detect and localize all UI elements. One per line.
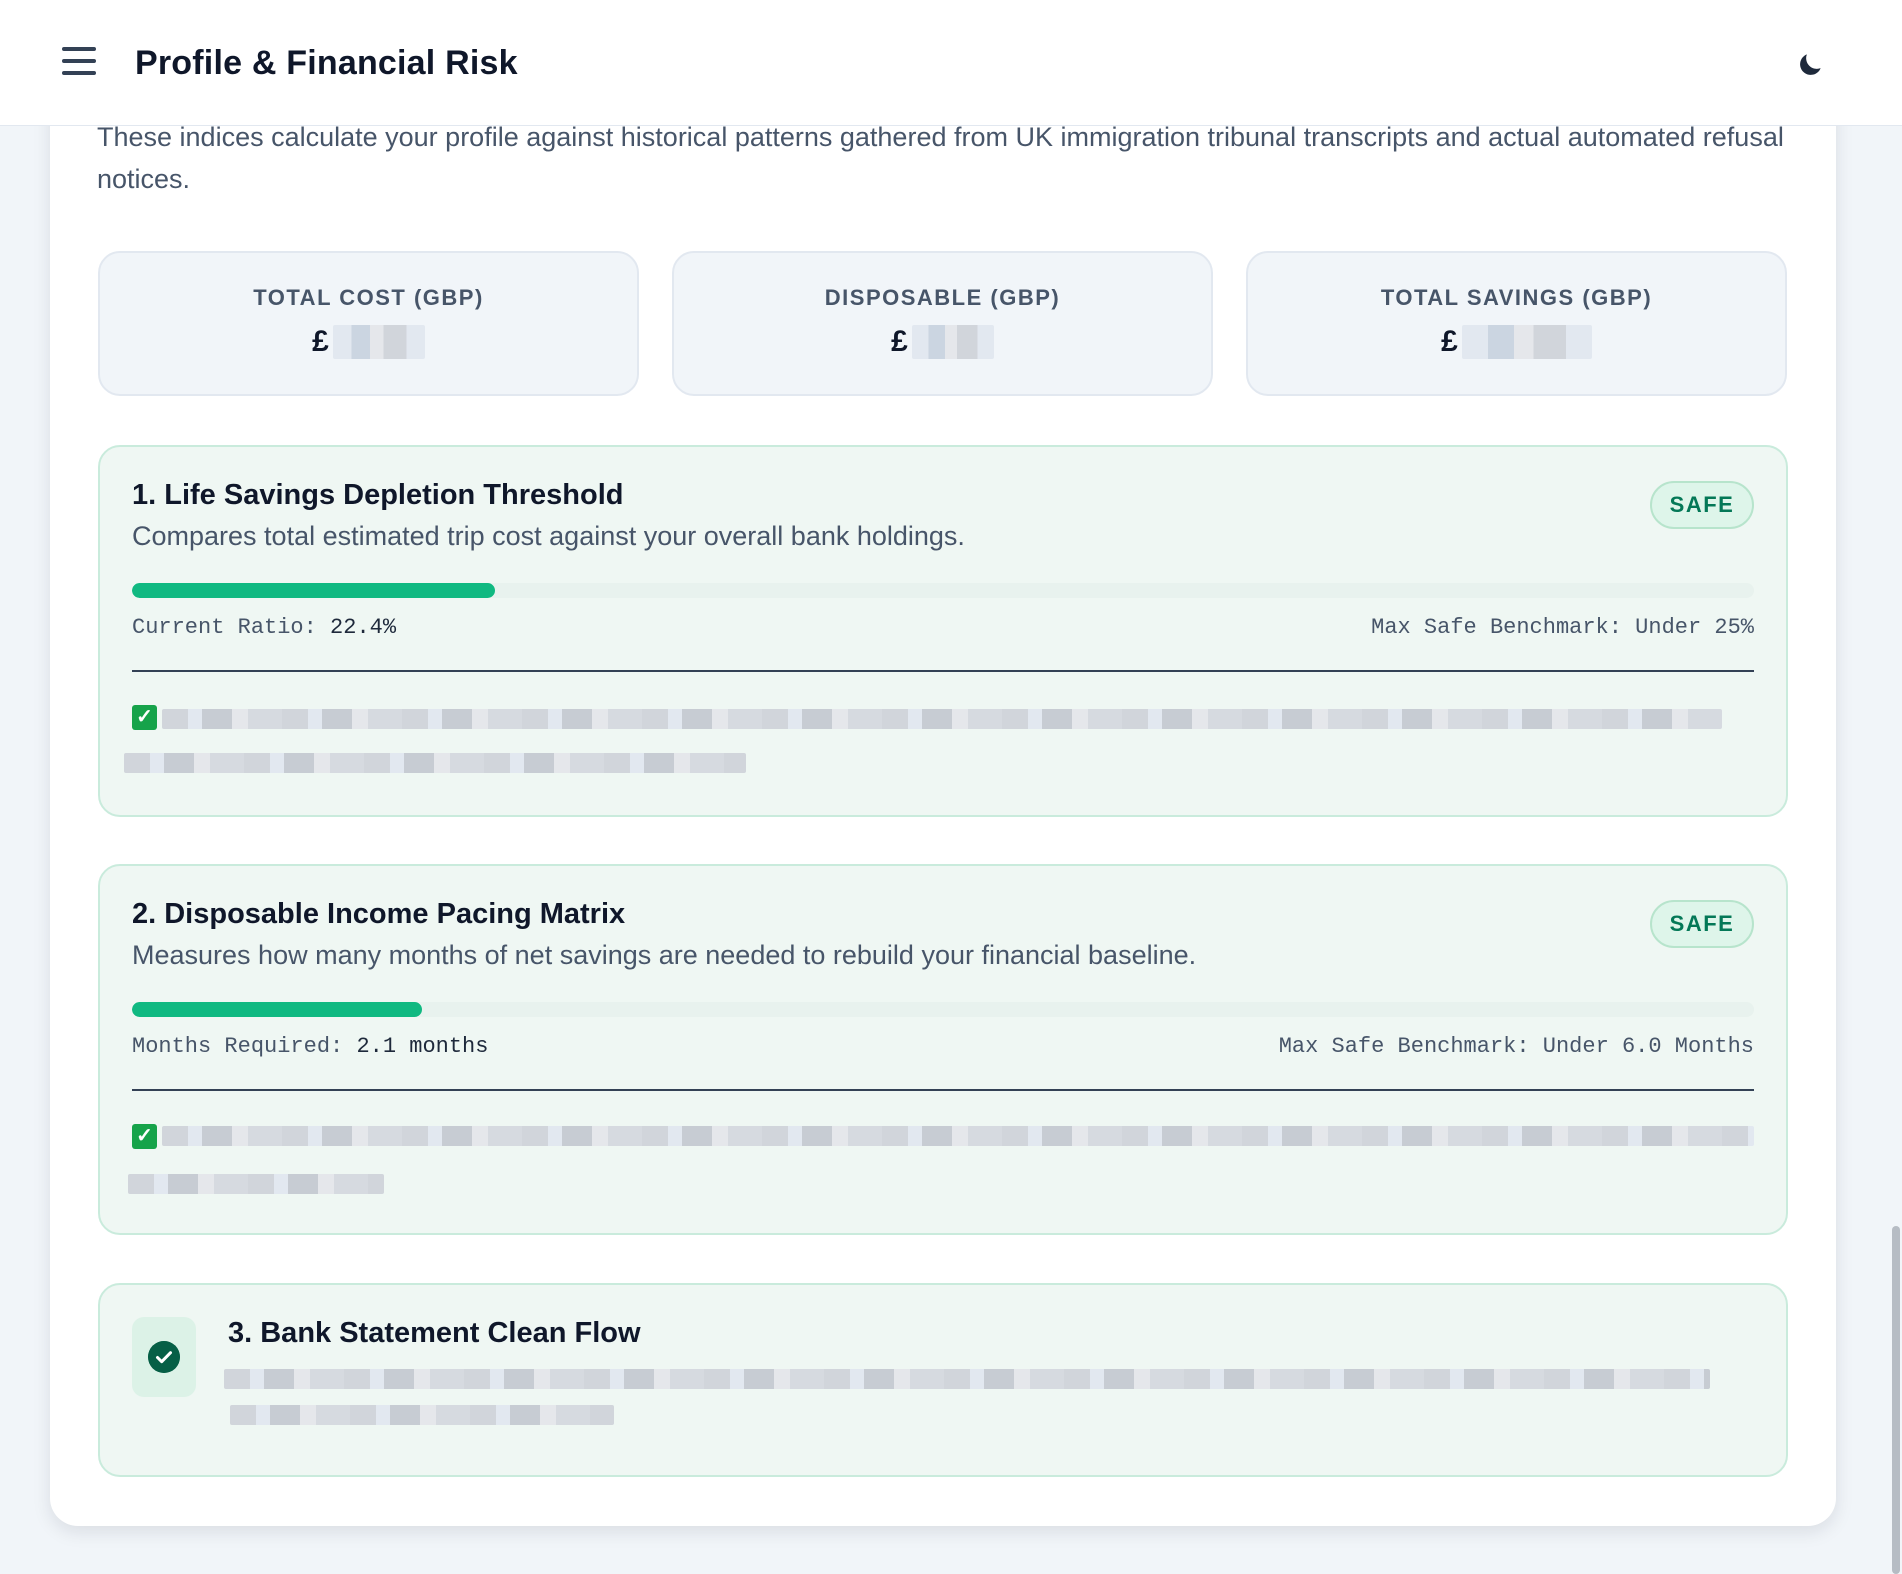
current-ratio-value: 22.4%: [330, 615, 397, 640]
metric-stats-row: Current Ratio: 22.4% Max Safe Benchmark:…: [132, 615, 1754, 640]
status-badge: SAFE: [1650, 481, 1754, 529]
check-box-icon: ✓: [132, 1124, 157, 1149]
metric-card-income-pacing: 2. Disposable Income Pacing Matrix Measu…: [98, 864, 1788, 1235]
redacted-text: [124, 753, 746, 773]
stat-label: TOTAL COST (GBP): [253, 285, 484, 310]
metric-stats-row: Months Required: 2.1 months Max Safe Ben…: [132, 1034, 1754, 1059]
stat-value: £: [674, 325, 1211, 359]
redacted-value: [1461, 325, 1592, 359]
metric-card-bank-statement: 3. Bank Statement Clean Flow: [98, 1283, 1788, 1477]
page-title: Profile & Financial Risk: [135, 44, 518, 82]
metric-title: 3. Bank Statement Clean Flow: [228, 1317, 641, 1349]
stat-value: £: [1248, 325, 1785, 359]
status-tile: [132, 1317, 196, 1397]
progress-track: [132, 1002, 1754, 1017]
progress-fill: [132, 583, 496, 598]
metric-card-savings-depletion: 1. Life Savings Depletion Threshold Comp…: [98, 445, 1788, 817]
redacted-text: [162, 709, 1722, 729]
scrollbar-thumb[interactable]: [1892, 1226, 1900, 1574]
currency-symbol: £: [312, 325, 329, 358]
redacted-text: [230, 1405, 614, 1425]
stat-value: £: [100, 325, 637, 359]
divider: [132, 1089, 1754, 1091]
stat-total-cost: TOTAL COST (GBP) £: [98, 251, 639, 396]
current-ratio: Current Ratio: 22.4%: [132, 615, 396, 640]
divider: [132, 670, 1754, 672]
currency-symbol: £: [1441, 325, 1458, 358]
metric-title: 2. Disposable Income Pacing Matrix: [132, 898, 626, 930]
benchmark-label: Max Safe Benchmark: Under 25%: [1371, 615, 1754, 640]
metric-description: Compares total estimated trip cost again…: [132, 521, 965, 551]
redacted-value: [911, 325, 994, 359]
top-app-bar: Profile & Financial Risk: [0, 0, 1902, 126]
progress-track: [132, 583, 1754, 598]
redacted-value: [332, 325, 425, 359]
status-badge: SAFE: [1650, 900, 1754, 948]
progress-fill: [132, 1002, 423, 1017]
stat-total-savings: TOTAL SAVINGS (GBP) £: [1246, 251, 1787, 396]
current-ratio-label: Current Ratio:: [132, 615, 317, 640]
stat-disposable: DISPOSABLE (GBP) £: [672, 251, 1213, 396]
stat-label: DISPOSABLE (GBP): [824, 285, 1061, 310]
currency-symbol: £: [891, 325, 908, 358]
check-circle-icon: [148, 1341, 180, 1373]
hamburger-menu-icon[interactable]: [62, 47, 96, 75]
moon-icon[interactable]: [1795, 50, 1825, 80]
redacted-text: [224, 1369, 1710, 1389]
redacted-text: [162, 1126, 1754, 1146]
check-box-icon: ✓: [132, 705, 157, 730]
metric-description: Measures how many months of net savings …: [132, 940, 1197, 970]
redacted-text: [128, 1174, 384, 1194]
stat-label: TOTAL SAVINGS (GBP): [1380, 285, 1653, 310]
metric-title: 1. Life Savings Depletion Threshold: [132, 479, 624, 511]
months-required: Months Required: 2.1 months: [132, 1034, 488, 1059]
months-required-value: 2.1 months: [356, 1034, 489, 1059]
months-required-label: Months Required:: [132, 1034, 344, 1059]
intro-text: These indices calculate your profile aga…: [97, 122, 1784, 194]
benchmark-label: Max Safe Benchmark: Under 6.0 Months: [1278, 1034, 1754, 1059]
